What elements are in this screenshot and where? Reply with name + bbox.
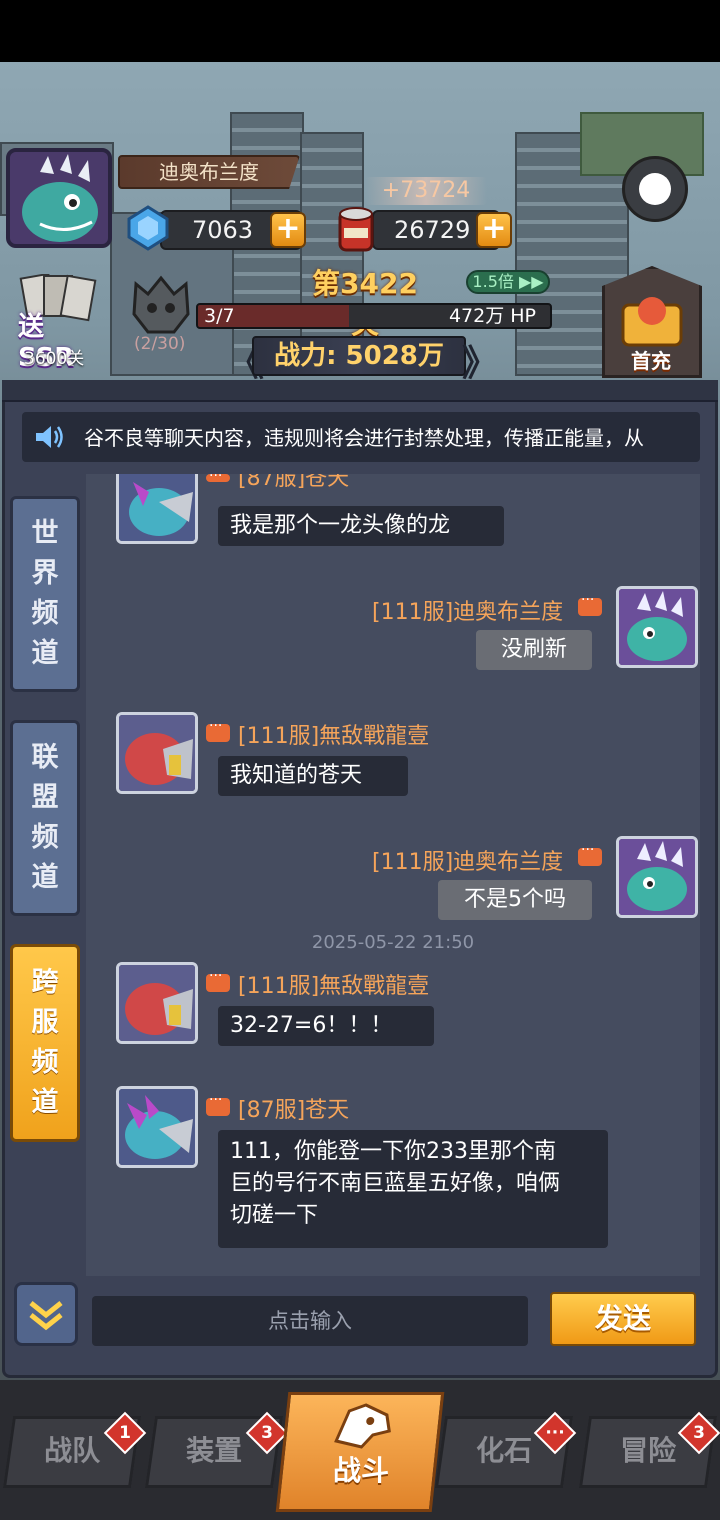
sender-name: [111服]迪奥布兰度 [372, 600, 564, 625]
chat-bubble-icon [578, 592, 602, 616]
menu-dot-icon [639, 173, 671, 205]
sender-avatar[interactable] [116, 1086, 198, 1168]
speed-label: 1.5倍 [472, 272, 514, 291]
stage-title: 第3422关 [312, 267, 418, 340]
double-chevron-down-icon [29, 1301, 63, 1331]
message-line: 111，你能登一下你233里那个南 [230, 1139, 556, 1164]
scroll-to-bottom-button[interactable] [14, 1282, 78, 1346]
tab-alliance-channel[interactable]: 联盟频道 [10, 720, 80, 916]
message-bubble: 我知道的苍天 [218, 756, 408, 796]
tab-cross-server-channel[interactable]: 跨服频道 [10, 944, 80, 1142]
tab-world-channel[interactable]: 世界频道 [10, 496, 80, 692]
message-line: 巨的号行不南巨蓝星五好像，咱俩 [230, 1171, 561, 1196]
boss-progress: (2/30) [134, 334, 186, 354]
boss-icon[interactable] [128, 274, 194, 336]
chat-notice-text: 谷不良等聊天内容，违规则将会进行封禁处理，传播正能量，从 [84, 426, 644, 450]
player-name-plate: 迪奥布兰度 [118, 155, 300, 189]
player-avatar[interactable] [6, 148, 112, 248]
tab-world-channel-label: 世界频道 [31, 518, 59, 669]
message-bubble: 不是5个吗 [438, 880, 592, 920]
tab-alliance-channel-label: 联盟频道 [31, 742, 59, 893]
chat-notice-bar: 谷不良等聊天内容，违规则将会进行封禁处理，传播正能量，从 [22, 412, 700, 462]
nav-battle-label: 战斗 [333, 1454, 390, 1487]
chat-bubble-icon [206, 468, 230, 484]
boss-hp-text: 472万 HP [448, 305, 536, 327]
chat-bubble-icon [206, 718, 230, 742]
add-gems-button[interactable]: + [270, 212, 306, 248]
message-line: 切磋一下 [230, 1203, 319, 1228]
tab-cross-server-channel-label: 跨服频道 [31, 967, 59, 1118]
wave-counter: 3/7 [204, 305, 235, 327]
combat-power: 战力: 5028万 [252, 336, 466, 376]
send-button[interactable]: 发送 [550, 1292, 696, 1346]
sender-name: [111服]無敌戰龍壹 [238, 974, 430, 999]
player-name: 迪奥布兰度 [159, 160, 259, 184]
add-food-button[interactable]: + [476, 212, 512, 248]
sender-avatar[interactable] [116, 962, 198, 1044]
status-bar [0, 0, 720, 62]
chat-bubble-icon [578, 842, 602, 866]
nav-battle[interactable]: 战斗 [275, 1392, 445, 1512]
my-avatar[interactable] [616, 586, 698, 668]
first-recharge-label: 首充 [631, 349, 671, 373]
sender-avatar[interactable] [116, 474, 198, 544]
sender-name: [111服]迪奥布兰度 [372, 850, 564, 875]
message-bubble: 111，你能登一下你233里那个南 巨的号行不南巨蓝星五好像，咱俩 切磋一下 [218, 1130, 608, 1248]
sender-name: [111服]無敌戰龍壹 [238, 724, 430, 749]
message-timestamp: 2025-05-22 21:50 [311, 932, 475, 953]
message-bubble: 32-27=6！！！ [218, 1006, 434, 1046]
speaker-icon [34, 424, 64, 450]
chat-panel-frame-top [2, 380, 718, 402]
chat-input[interactable]: 点击输入 [92, 1296, 528, 1346]
sender-name: [87服]苍天 [238, 474, 350, 491]
meat-can-icon [332, 204, 380, 256]
gem-icon [124, 204, 172, 252]
floating-menu-button[interactable] [622, 156, 688, 222]
speed-toggle[interactable]: 1.5倍 ▶▶ [466, 270, 550, 294]
sender-avatar[interactable] [116, 712, 198, 794]
send-ssr-stage: 3600关 [24, 349, 85, 369]
chat-bubble-icon [206, 1092, 230, 1116]
chat-bubble-icon [206, 968, 230, 992]
boss-hp-bar: 3/7 472万 HP [196, 303, 552, 329]
food-gain-text: +73724 [365, 177, 487, 205]
my-avatar[interactable] [616, 836, 698, 918]
next-stage-arrow-icon[interactable]: 》 [462, 334, 498, 386]
first-recharge-button[interactable]: 首充 [602, 266, 702, 378]
send-ssr-button[interactable]: 送SSR [14, 274, 98, 373]
sender-name: [87服]苍天 [238, 1098, 350, 1123]
message-bubble: 我是那个一龙头像的龙 [218, 506, 504, 546]
message-bubble: 没刷新 [476, 630, 592, 670]
food-value: 26729 [394, 216, 471, 244]
gem-value: 7063 [192, 216, 254, 244]
